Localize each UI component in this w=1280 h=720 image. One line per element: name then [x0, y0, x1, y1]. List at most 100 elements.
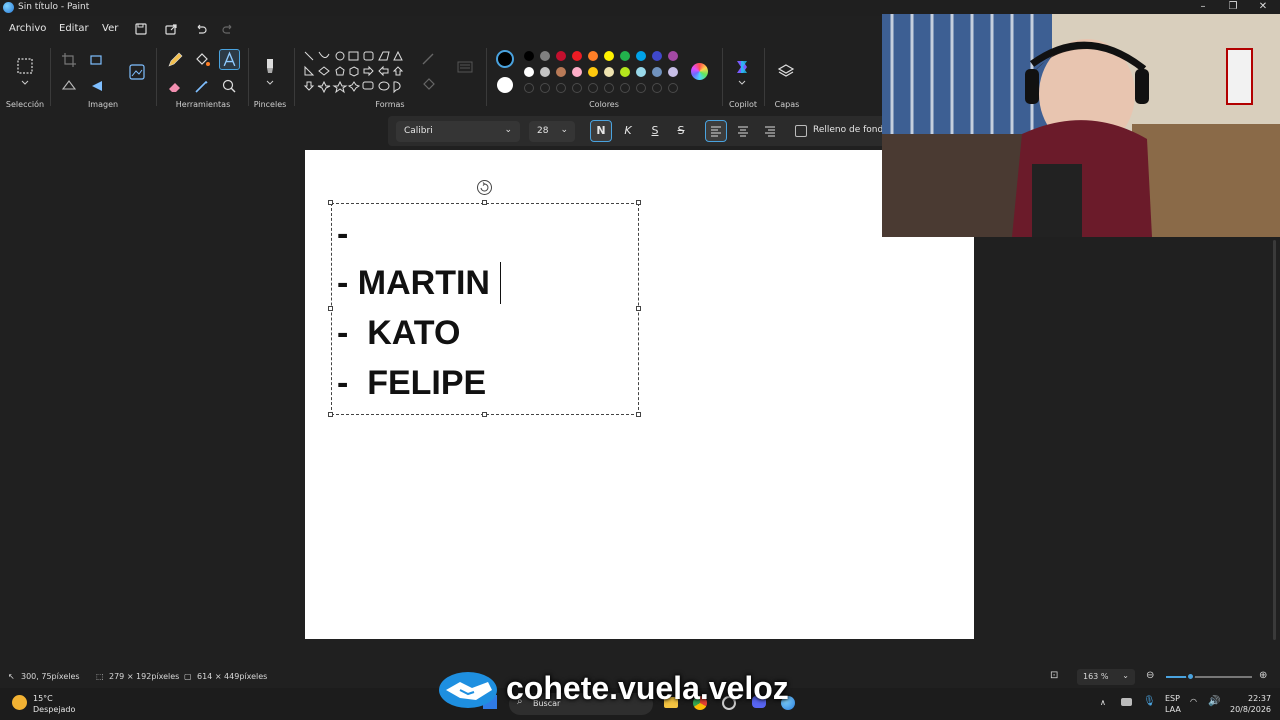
color-swatch[interactable] — [652, 51, 662, 61]
font-family-select[interactable]: Calibri ⌄ — [396, 121, 520, 142]
color-swatch[interactable] — [524, 67, 534, 77]
align-center-button[interactable] — [733, 121, 753, 141]
color-swatch[interactable] — [540, 67, 550, 77]
rotate-icon[interactable] — [60, 77, 78, 95]
save-icon[interactable] — [133, 21, 149, 37]
custom-color-slot[interactable] — [556, 83, 566, 93]
custom-color-slot[interactable] — [620, 83, 630, 93]
color-swatch[interactable] — [636, 67, 646, 77]
bold-button[interactable]: N — [590, 120, 612, 142]
underline-button[interactable]: S — [645, 121, 665, 141]
resize-handle[interactable] — [636, 412, 641, 417]
tray-gamepad-icon[interactable] — [1121, 698, 1132, 706]
weather-status: Despejado — [33, 705, 76, 714]
color-swatch[interactable] — [556, 51, 566, 61]
font-size-select[interactable]: 28 ⌄ — [529, 121, 575, 142]
color-swatch[interactable] — [588, 51, 598, 61]
color-swatch[interactable] — [620, 67, 630, 77]
rotate-handle-icon[interactable] — [476, 179, 493, 196]
undo-icon[interactable] — [193, 21, 209, 37]
resize-handle[interactable] — [636, 306, 641, 311]
image-select-icon[interactable] — [128, 63, 146, 81]
align-left-button[interactable] — [705, 120, 727, 142]
menu-ver[interactable]: Ver — [102, 23, 118, 34]
color-swatch[interactable] — [636, 51, 646, 61]
resize-handle[interactable] — [328, 200, 333, 205]
color-swatch[interactable] — [556, 67, 566, 77]
color-swatch[interactable] — [668, 67, 678, 77]
color-swatch[interactable] — [668, 51, 678, 61]
italic-button[interactable]: K — [618, 121, 638, 141]
custom-color-slot[interactable] — [604, 83, 614, 93]
pencil-icon[interactable] — [166, 51, 184, 69]
color-swatch[interactable] — [540, 51, 550, 61]
magnifier-icon[interactable] — [220, 77, 238, 95]
strikethrough-button[interactable]: S — [671, 121, 691, 141]
zoom-slider[interactable] — [1166, 672, 1252, 681]
chevron-down-icon[interactable] — [733, 78, 751, 88]
resize-handle[interactable] — [482, 412, 487, 417]
custom-color-slot[interactable] — [636, 83, 646, 93]
zoom-out-icon[interactable]: ⊖ — [1146, 670, 1154, 681]
vertical-scrollbar[interactable] — [1273, 240, 1276, 640]
layers-icon[interactable] — [777, 62, 795, 80]
volume-icon[interactable]: 🔊 — [1208, 696, 1220, 707]
align-right-button[interactable] — [760, 121, 780, 141]
shapes-gallery[interactable] — [303, 50, 405, 100]
color-swatch[interactable] — [620, 51, 630, 61]
zoom-select[interactable]: 163 % ⌄ — [1077, 669, 1135, 685]
share-icon[interactable] — [163, 21, 179, 37]
wifi-icon[interactable]: ◠ — [1190, 697, 1197, 706]
custom-color-slot[interactable] — [524, 83, 534, 93]
weather-moon-icon[interactable] — [12, 695, 27, 710]
fill-icon[interactable] — [420, 76, 438, 94]
language-code[interactable]: ESP — [1165, 694, 1180, 703]
text-tool-button[interactable] — [219, 49, 240, 70]
color-picker-icon[interactable] — [193, 77, 211, 95]
edit-colors-icon[interactable] — [691, 63, 708, 80]
custom-color-slot[interactable] — [540, 83, 550, 93]
flip-icon[interactable] — [88, 77, 106, 95]
clock-time[interactable]: 22:37 — [1248, 694, 1271, 703]
crop-icon[interactable] — [60, 51, 78, 69]
primary-color-swatch[interactable] — [496, 50, 514, 68]
chevron-up-icon[interactable]: ∧ — [1100, 698, 1106, 707]
resize-icon[interactable] — [88, 51, 106, 69]
selection-icon[interactable] — [16, 57, 34, 75]
fit-screen-icon[interactable]: ⊡ — [1050, 670, 1058, 681]
text-icon — [223, 51, 236, 67]
color-swatch[interactable] — [524, 51, 534, 61]
secondary-color-swatch[interactable] — [497, 77, 513, 93]
resize-handle[interactable] — [328, 306, 333, 311]
zoom-slider-thumb[interactable] — [1185, 672, 1195, 681]
custom-color-slot[interactable] — [652, 83, 662, 93]
redo-icon[interactable] — [220, 21, 236, 37]
custom-color-slot[interactable] — [588, 83, 598, 93]
brush-icon[interactable] — [261, 57, 279, 75]
color-swatch[interactable] — [588, 67, 598, 77]
fill-bucket-icon[interactable] — [193, 51, 211, 69]
custom-color-slot[interactable] — [572, 83, 582, 93]
fill-background-checkbox[interactable] — [795, 125, 807, 137]
color-swatch[interactable] — [604, 51, 614, 61]
resize-handle[interactable] — [482, 200, 487, 205]
color-swatch[interactable] — [652, 67, 662, 77]
color-swatch[interactable] — [604, 67, 614, 77]
copilot-icon[interactable] — [733, 58, 751, 76]
eraser-icon[interactable] — [166, 77, 184, 95]
outline-icon[interactable] — [420, 50, 438, 68]
menu-editar[interactable]: Editar — [59, 23, 89, 34]
resize-handle[interactable] — [328, 412, 333, 417]
zoom-in-icon[interactable]: ⊕ — [1259, 670, 1267, 681]
chevron-down-icon[interactable] — [261, 78, 279, 88]
shape-style-icon[interactable] — [456, 59, 474, 77]
menu-archivo[interactable]: Archivo — [9, 23, 46, 34]
align-left-icon — [711, 126, 721, 137]
ribbon-separator — [50, 48, 51, 106]
color-swatch[interactable] — [572, 67, 582, 77]
microphone-icon[interactable]: 🎙 — [1143, 696, 1156, 707]
custom-color-slot[interactable] — [668, 83, 678, 93]
resize-handle[interactable] — [636, 200, 641, 205]
chevron-down-icon[interactable] — [16, 78, 34, 88]
color-swatch[interactable] — [572, 51, 582, 61]
